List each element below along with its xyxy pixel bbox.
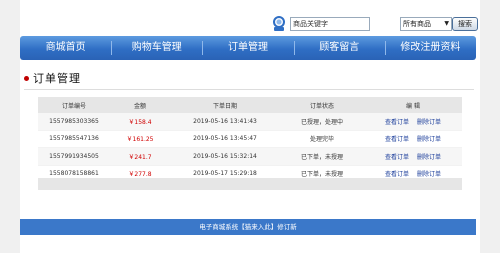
nav-item-home[interactable]: 商城首页 (20, 36, 111, 60)
chevron-down-icon: ▼ (444, 20, 449, 27)
col-header-date: 下单日期 (170, 97, 280, 113)
col-header-edit: 编 辑 (364, 97, 462, 113)
delete-order-link[interactable]: 删除订单 (417, 154, 441, 161)
order-date: 2019-05-16 13:45:47 (170, 130, 280, 148)
order-id: 1557991934505 (38, 147, 110, 166)
view-order-link[interactable]: 查看订单 (385, 136, 409, 143)
orders-table: 订单编号 金额 下单日期 订单状态 编 辑 1557985303365 ￥158… (38, 97, 462, 183)
col-header-amount: 金额 (110, 97, 170, 113)
table-footer-bar (38, 178, 462, 190)
order-amount: ￥161.25 (110, 130, 170, 148)
order-status: 已授理，处理中 (280, 113, 364, 131)
delete-order-link[interactable]: 删除订单 (417, 136, 441, 143)
table-row: 1557985303365 ￥158.4 2019-05-16 13:41:43… (38, 113, 462, 131)
order-date: 2019-05-16 15:32:14 (170, 147, 280, 166)
order-status: 已下单，未授理 (280, 147, 364, 166)
category-select-value: 所有商品 (403, 20, 431, 28)
page-title-text: 订单管理 (33, 72, 81, 85)
order-actions: 查看订单 删除订单 (364, 130, 462, 148)
search-input[interactable]: 商品关键字 (290, 17, 370, 31)
col-header-status: 订单状态 (280, 97, 364, 113)
order-amount: ￥241.7 (110, 147, 170, 166)
page-footer: 电子商城系统【猫来入此】修订新 (20, 219, 476, 235)
footer-text: 电子商城系统【猫来入此】修订新 (199, 223, 297, 231)
page-title: 订单管理 (24, 70, 81, 86)
order-id: 1557985547136 (38, 130, 110, 148)
nav-item-messages[interactable]: 顾客留言 (293, 36, 385, 60)
order-amount: ￥158.4 (110, 113, 170, 131)
search-button[interactable]: 搜索 (452, 17, 478, 31)
view-order-link[interactable]: 查看订单 (385, 119, 409, 126)
bullet-icon (24, 75, 29, 81)
search-bar: 商品关键字 所有商品 ▼ 搜索 (270, 15, 482, 33)
table-header-row: 订单编号 金额 下单日期 订单状态 编 辑 (38, 97, 462, 113)
order-actions: 查看订单 删除订单 (364, 147, 462, 166)
order-status: 处理完毕 (280, 130, 364, 148)
nav-item-orders[interactable]: 订单管理 (202, 36, 293, 60)
order-id: 1557985303365 (38, 113, 110, 131)
view-order-link[interactable]: 查看订单 (385, 154, 409, 161)
search-icon[interactable] (270, 15, 288, 33)
order-actions: 查看订单 删除订单 (364, 113, 462, 131)
nav-item-profile[interactable]: 修改注册资料 (384, 36, 476, 60)
category-select[interactable]: 所有商品 ▼ (400, 17, 452, 31)
delete-order-link[interactable]: 删除订单 (417, 119, 441, 126)
table-row: 1557991934505 ￥241.7 2019-05-16 15:32:14… (38, 147, 462, 166)
order-date: 2019-05-16 13:41:43 (170, 113, 280, 131)
col-header-order-id: 订单编号 (38, 97, 110, 113)
divider (24, 89, 474, 90)
nav-item-cart[interactable]: 购物车管理 (111, 36, 202, 60)
main-nav: 商城首页 购物车管理 订单管理 顾客留言 修改注册资料 (20, 36, 476, 60)
table-row: 1557985547136 ￥161.25 2019-05-16 13:45:4… (38, 130, 462, 148)
